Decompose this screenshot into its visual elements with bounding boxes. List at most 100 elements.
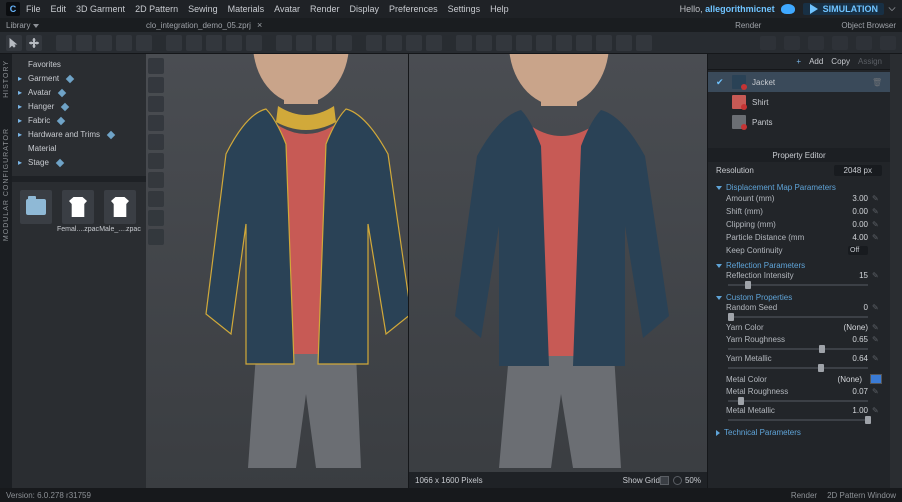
close-tab-icon[interactable]: × xyxy=(257,20,262,30)
tool-generic[interactable] xyxy=(636,35,652,51)
edit-icon[interactable]: ✎ xyxy=(872,233,882,242)
prop-value[interactable]: 4.00 xyxy=(834,233,868,242)
vp-tool[interactable] xyxy=(148,134,164,150)
tool-generic[interactable] xyxy=(476,35,492,51)
section-reflection[interactable]: Reflection Parameters xyxy=(716,261,882,270)
tool-generic[interactable] xyxy=(596,35,612,51)
tree-fabric[interactable]: ▸Fabric xyxy=(18,114,140,128)
delete-icon[interactable]: 🗑 xyxy=(872,78,882,87)
tool-generic[interactable] xyxy=(808,36,824,50)
3d-viewport[interactable] xyxy=(146,54,408,488)
tree-hanger[interactable]: ▸Hanger xyxy=(18,100,140,114)
chevron-down-icon[interactable] xyxy=(888,5,896,13)
menu-3d-garment[interactable]: 3D Garment xyxy=(76,4,125,14)
thumb-folder[interactable] xyxy=(18,190,54,233)
menu-edit[interactable]: Edit xyxy=(51,4,67,14)
vp-tool[interactable] xyxy=(148,153,164,169)
menu-avatar[interactable]: Avatar xyxy=(274,4,300,14)
prop-value[interactable]: 0.65 xyxy=(834,335,868,344)
tool-generic[interactable] xyxy=(366,35,382,51)
vp-tool[interactable] xyxy=(148,77,164,93)
edit-icon[interactable]: ✎ xyxy=(872,323,882,332)
tool-generic[interactable] xyxy=(516,35,532,51)
menu-preferences[interactable]: Preferences xyxy=(389,4,438,14)
tree-avatar[interactable]: ▸Avatar xyxy=(18,86,140,100)
tool-cursor[interactable] xyxy=(6,35,22,51)
menu-help[interactable]: Help xyxy=(490,4,509,14)
tool-generic[interactable] xyxy=(856,36,872,50)
resolution-value[interactable]: 2048 px xyxy=(834,165,882,176)
tool-generic[interactable] xyxy=(206,35,222,51)
tool-generic[interactable] xyxy=(406,35,422,51)
vp-tool[interactable] xyxy=(148,96,164,112)
prop-value[interactable]: 1.00 xyxy=(834,406,868,415)
user-name[interactable]: allegorithmicnet xyxy=(705,4,775,14)
tool-generic[interactable] xyxy=(576,35,592,51)
menu-2d-pattern[interactable]: 2D Pattern xyxy=(135,4,178,14)
toggle-off[interactable]: Off xyxy=(848,246,868,255)
vp-tool[interactable] xyxy=(148,172,164,188)
tool-generic[interactable] xyxy=(296,35,312,51)
side-tab-modular-configurator[interactable]: MODULAR CONFIGURATOR xyxy=(3,128,10,241)
tool-generic[interactable] xyxy=(386,35,402,51)
thumb-female-zpac[interactable]: Femal....zpac xyxy=(60,190,96,233)
prop-value[interactable]: 3.00 xyxy=(834,194,868,203)
edit-icon[interactable]: ✎ xyxy=(872,335,882,344)
tree-garment[interactable]: ▸Garment xyxy=(18,72,140,86)
tool-generic[interactable] xyxy=(76,35,92,51)
prop-value[interactable]: 0.07 xyxy=(834,387,868,396)
layer-pants[interactable]: Pants xyxy=(708,112,890,132)
edit-icon[interactable]: ✎ xyxy=(872,207,882,216)
vp-tool[interactable] xyxy=(148,229,164,245)
render-tab[interactable]: Render xyxy=(735,21,761,30)
tool-generic[interactable] xyxy=(96,35,112,51)
simulation-button[interactable]: SIMULATION xyxy=(803,3,884,15)
tool-generic[interactable] xyxy=(556,35,572,51)
layer-shirt[interactable]: Shirt xyxy=(708,92,890,112)
object-browser-tab[interactable]: Object Browser xyxy=(841,21,896,30)
render-viewport[interactable]: 1066 x 1600 Pixels Show Grid 50% xyxy=(408,54,708,488)
show-grid-checkbox[interactable] xyxy=(660,476,669,485)
vp-tool[interactable] xyxy=(148,191,164,207)
menu-render[interactable]: Render xyxy=(310,4,340,14)
edit-icon[interactable]: ✎ xyxy=(872,220,882,229)
tool-generic[interactable] xyxy=(832,36,848,50)
file-tab[interactable]: clo_integration_demo_05.zprj xyxy=(146,21,251,30)
prop-value[interactable]: 0.64 xyxy=(834,354,868,363)
tool-generic[interactable] xyxy=(166,35,182,51)
tool-generic[interactable] xyxy=(336,35,352,51)
menu-materials[interactable]: Materials xyxy=(228,4,265,14)
slider[interactable] xyxy=(728,347,868,351)
status-panel[interactable]: 2D Pattern Window xyxy=(827,491,896,500)
assign-button[interactable]: Assign xyxy=(858,57,882,66)
tool-generic[interactable] xyxy=(880,36,896,50)
prop-value[interactable]: 0.00 xyxy=(834,220,868,229)
library-tab[interactable]: Library xyxy=(6,21,146,30)
tool-generic[interactable] xyxy=(246,35,262,51)
menu-sewing[interactable]: Sewing xyxy=(188,4,218,14)
tree-hardware-trims[interactable]: ▸Hardware and Trims xyxy=(18,128,140,142)
tool-move[interactable] xyxy=(26,35,42,51)
tool-generic[interactable] xyxy=(276,35,292,51)
menu-display[interactable]: Display xyxy=(350,4,380,14)
slider[interactable] xyxy=(728,399,868,403)
tool-generic[interactable] xyxy=(536,35,552,51)
tool-generic[interactable] xyxy=(136,35,152,51)
tool-generic[interactable] xyxy=(456,35,472,51)
copy-button[interactable]: Copy xyxy=(831,57,850,66)
edit-icon[interactable]: ✎ xyxy=(872,387,882,396)
prop-value[interactable]: 0 xyxy=(834,303,868,312)
edit-icon[interactable]: ✎ xyxy=(872,303,882,312)
edit-icon[interactable]: ✎ xyxy=(872,194,882,203)
slider[interactable] xyxy=(728,366,868,370)
vp-tool[interactable] xyxy=(148,210,164,226)
tool-generic[interactable] xyxy=(760,36,776,50)
tool-generic[interactable] xyxy=(316,35,332,51)
vp-tool[interactable] xyxy=(148,115,164,131)
tool-generic[interactable] xyxy=(116,35,132,51)
tool-generic[interactable] xyxy=(186,35,202,51)
slider[interactable] xyxy=(728,315,868,319)
add-icon[interactable]: + xyxy=(796,57,801,66)
edit-icon[interactable]: ✎ xyxy=(872,271,882,280)
add-button[interactable]: Add xyxy=(809,57,823,66)
